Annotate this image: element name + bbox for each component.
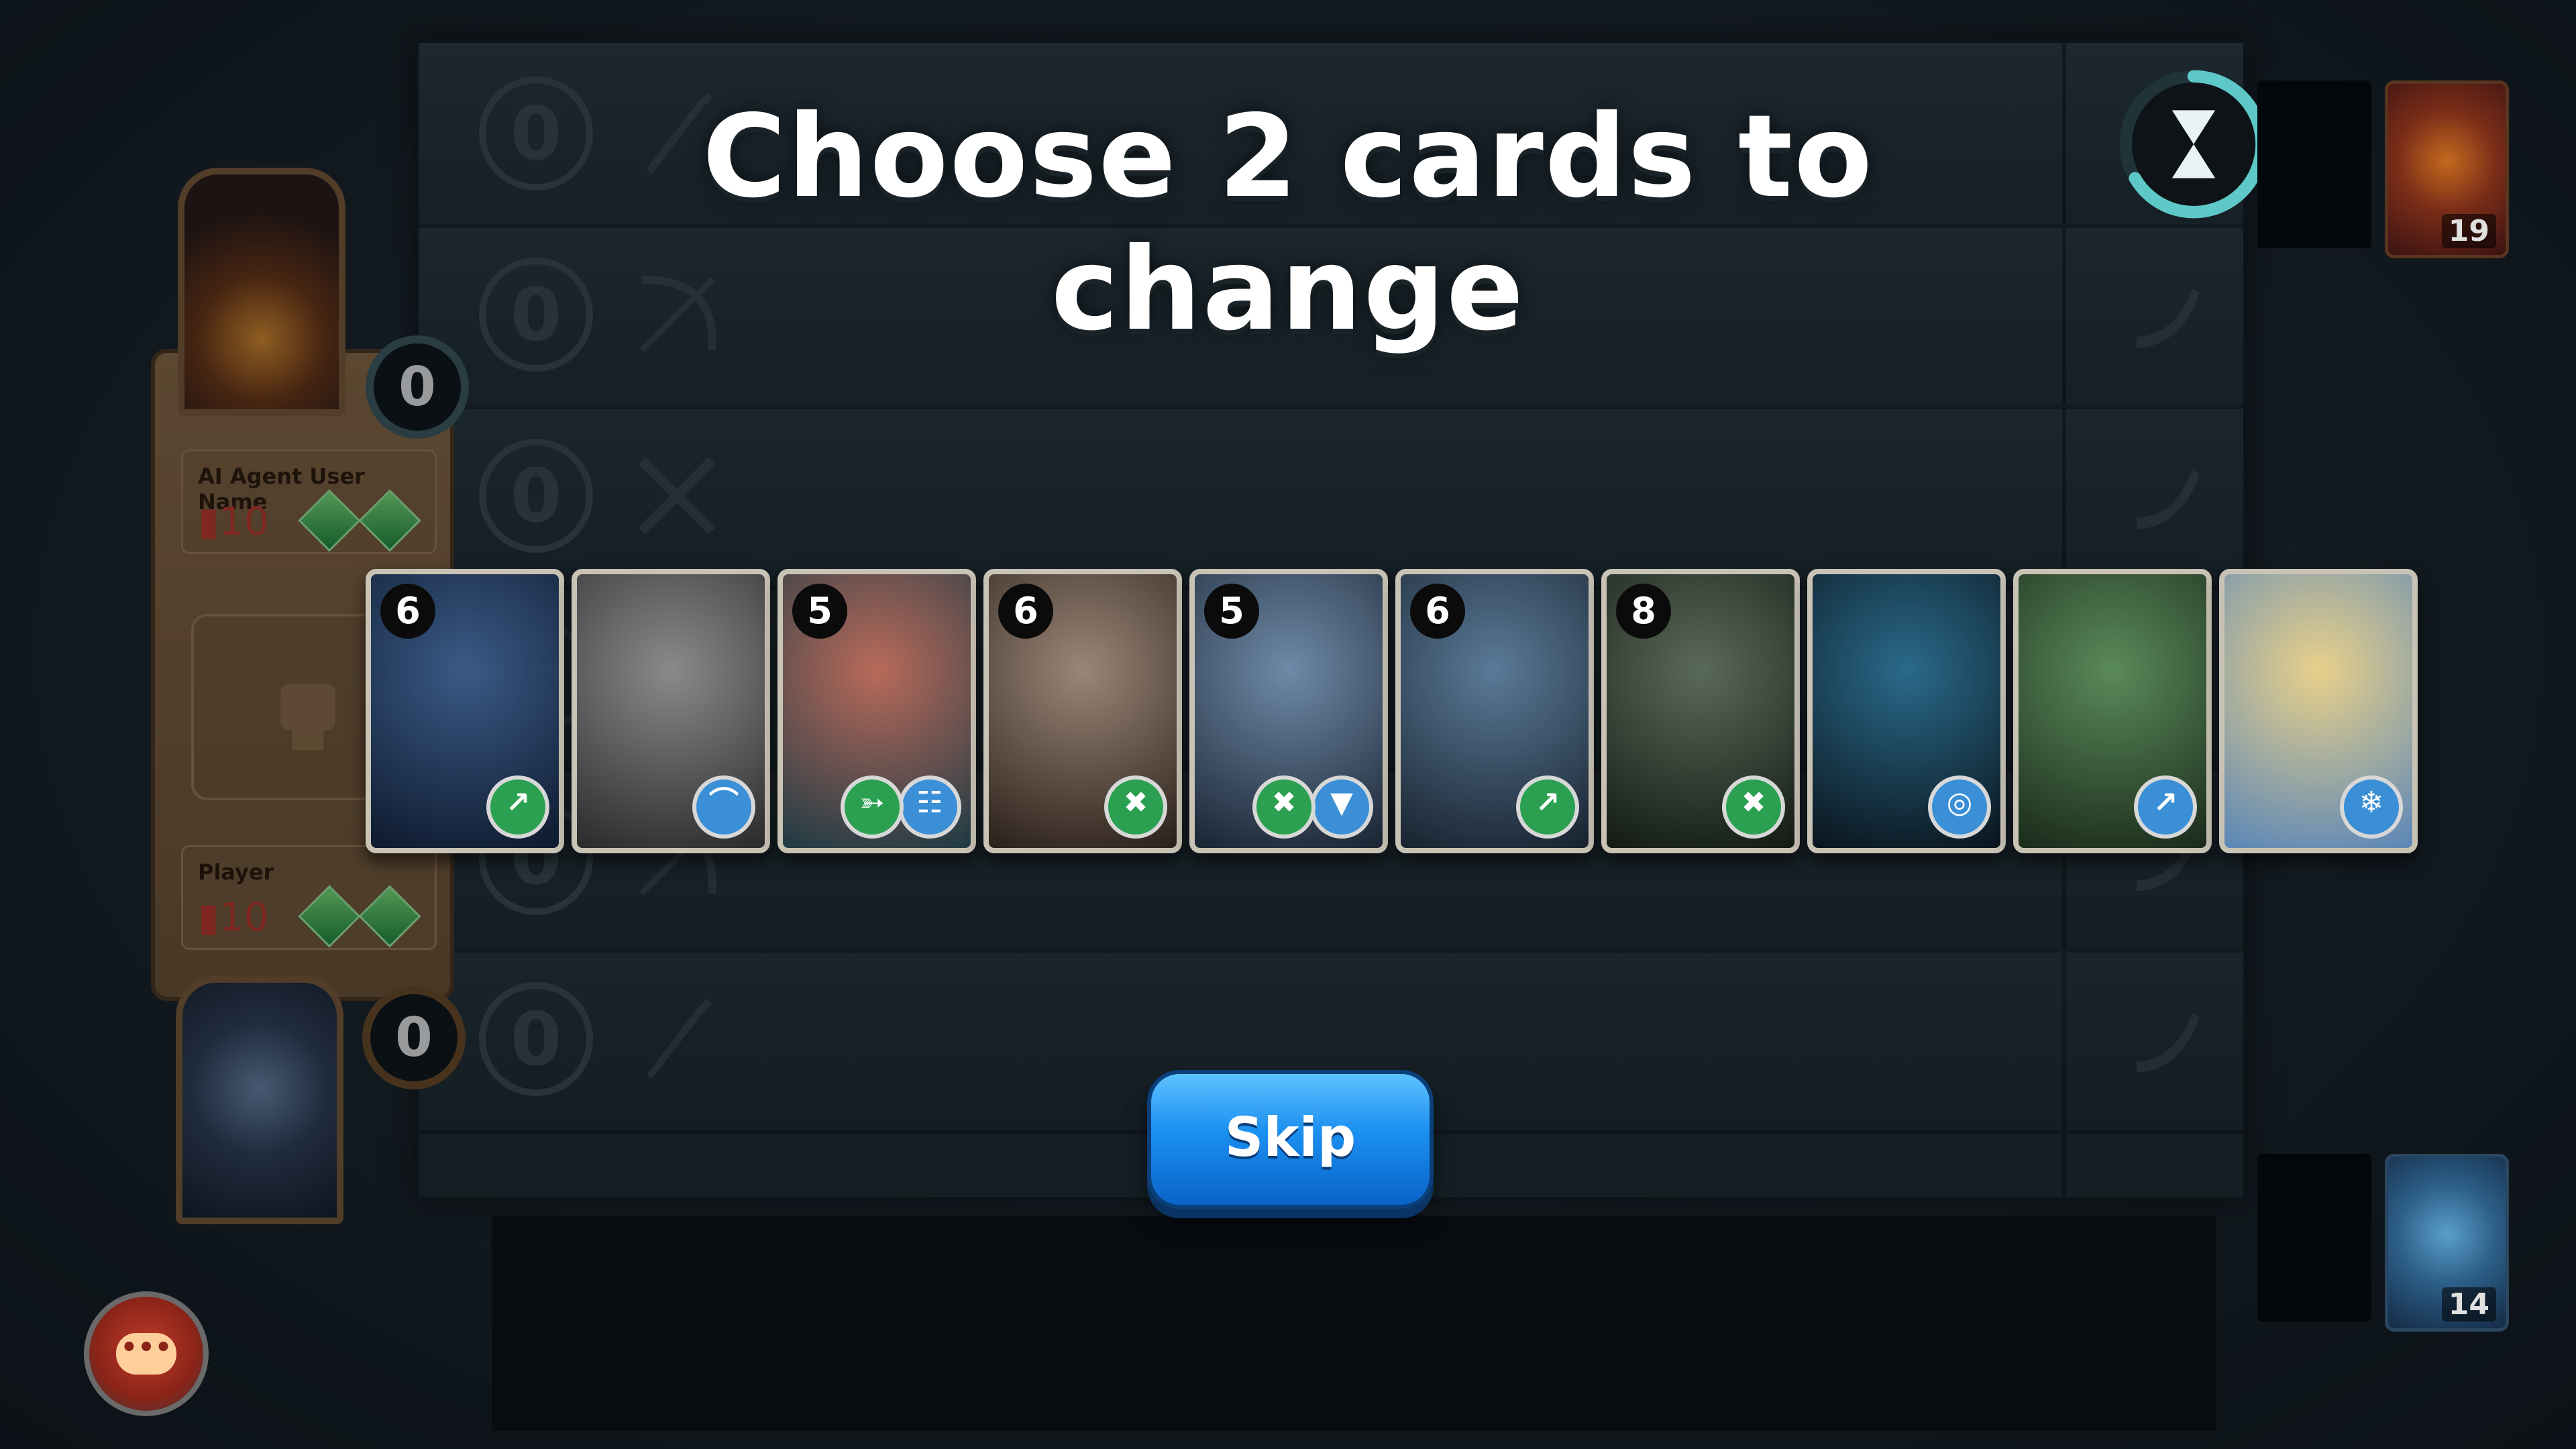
crossed-swords-icon: ✖ — [1722, 775, 1785, 839]
hand-card[interactable]: ◎ — [1807, 569, 2006, 853]
card-cost: 6 — [380, 584, 435, 639]
sword-icon: ↗ — [486, 775, 549, 839]
hand-card[interactable]: 6 ↗ — [366, 569, 564, 853]
snowflake-icon: ❄ — [2340, 775, 2403, 839]
card-cost: 5 — [1204, 584, 1259, 639]
card-cost: 6 — [998, 584, 1053, 639]
hand-card[interactable]: 5 ☷ ➳ — [777, 569, 976, 853]
sword-icon: ↗ — [2134, 775, 2197, 839]
hand-card[interactable]: ❄ — [2219, 569, 2418, 853]
shield-icon: ▼ — [1310, 775, 1373, 839]
horn-icon: ⌒ — [692, 775, 755, 839]
card-cost: 6 — [1410, 584, 1465, 639]
bow-icon: ➳ — [841, 775, 904, 839]
hand-card[interactable]: ⌒ — [572, 569, 770, 853]
skip-button[interactable]: Skip — [1147, 1070, 1434, 1209]
hand-card[interactable]: 6 ↗ — [1395, 569, 1594, 853]
hourglass-timer-icon — [2119, 70, 2268, 219]
crossed-swords-icon: ✖ — [1252, 775, 1316, 839]
ai-deck-count: 19 — [2441, 214, 2496, 248]
chat-button[interactable]: ••• — [84, 1291, 209, 1416]
target-icon: ◎ — [1928, 775, 1991, 839]
chat-bubble-icon: ••• — [116, 1333, 176, 1375]
ai-deck: 19 — [2385, 80, 2509, 258]
hand-card[interactable]: 8 ✖ — [1601, 569, 1800, 853]
hand-card[interactable]: 5 ▼ ✖ — [1189, 569, 1388, 853]
page-title: Choose 2 cards to change — [702, 91, 1874, 356]
card-cost: 8 — [1616, 584, 1671, 639]
crossed-swords-icon: ✖ — [1104, 775, 1167, 839]
ai-discard-slot — [2257, 80, 2371, 248]
player-discard-slot — [2257, 1154, 2371, 1322]
card-cost: 5 — [792, 584, 847, 639]
player-deck: 14 — [2385, 1154, 2509, 1332]
player-deck-count: 14 — [2441, 1287, 2496, 1322]
scroll-icon: ☷ — [898, 775, 961, 839]
hand-card[interactable]: ↗ — [2013, 569, 2212, 853]
hand-card[interactable]: 6 ✖ — [983, 569, 1182, 853]
sword-icon: ↗ — [1516, 775, 1579, 839]
